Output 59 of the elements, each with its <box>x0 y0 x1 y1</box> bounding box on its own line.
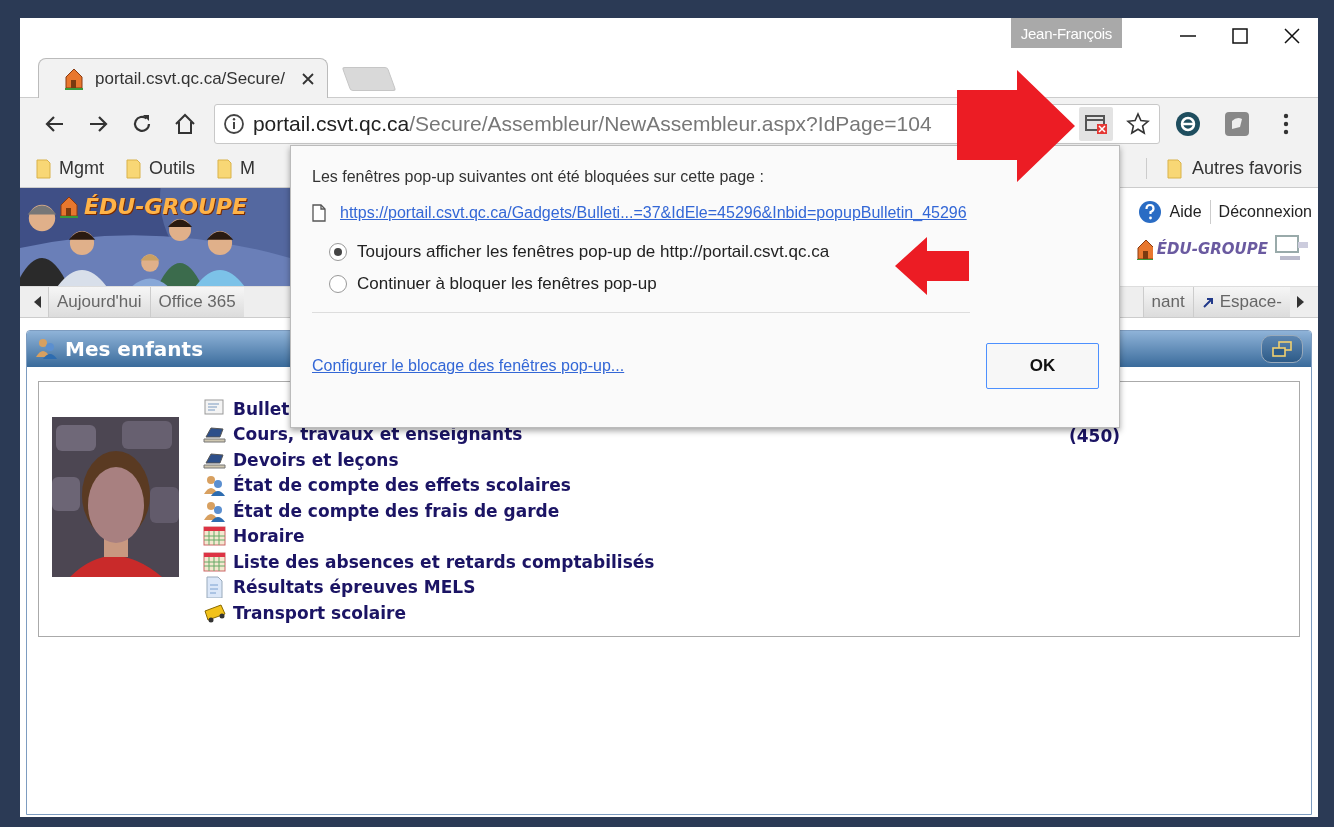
house-icon <box>58 194 80 219</box>
bookmark-link[interactable]: M <box>240 158 255 179</box>
help-icon[interactable] <box>1137 200 1162 224</box>
popup-blocked-icon[interactable] <box>1083 113 1108 135</box>
browser-tab[interactable]: portail.csvt.qc.ca/Secure/ <box>38 58 328 98</box>
calendar-icon <box>203 550 227 573</box>
menu-icon[interactable] <box>1283 113 1290 135</box>
ok-button[interactable]: OK <box>986 343 1099 389</box>
bookmark-link[interactable]: Outils <box>149 158 195 179</box>
tab-title: portail.csvt.qc.ca/Secure/ <box>95 68 286 89</box>
star-icon[interactable] <box>1125 112 1150 136</box>
bus-icon <box>203 601 227 624</box>
site-logo: ÉDU-GROUPE <box>84 194 247 219</box>
maximize-icon <box>1231 27 1249 45</box>
dialog-message: Les fenêtres pop-up suivantes ont été bloquées sur cette page : <box>312 168 765 187</box>
extension-icon[interactable] <box>1173 110 1202 138</box>
menu-link[interactable]: Cours, travaux et enseignants <box>233 424 523 445</box>
bookmark-link[interactable]: Autres favoris <box>1191 158 1302 179</box>
menu-link[interactable]: Bullet <box>233 398 290 419</box>
radio-label: Toujours afficher les fenêtres pop-up de http://portail.csvt.qc.ca <box>357 242 830 262</box>
radio-button[interactable] <box>329 243 347 261</box>
radio-button[interactable] <box>329 275 347 293</box>
nav-tab[interactable]: Espace- <box>1192 287 1290 317</box>
menu-link[interactable]: Devoirs et leçons <box>233 449 399 470</box>
right-arrow-icon[interactable] <box>1296 296 1304 308</box>
url-text: portail.csvt.qc.ca/Secure/Assembleur/NewAssembleur.aspx?IdPage=104 <box>252 112 933 136</box>
panel-title: Mes enfants <box>65 337 205 361</box>
popup-link[interactable]: https://portail.csvt.qc.ca/Gadgets/Bulleti...=37&IdEle=45296&Inbid=popupBulletin_45296 <box>340 204 967 222</box>
logout-link[interactable]: Déconnexion <box>1218 203 1312 221</box>
people-icon <box>203 499 227 522</box>
menu-link[interactable]: État de compte des frais de garde <box>233 500 560 521</box>
people-icon <box>35 337 59 361</box>
calendar-icon <box>203 525 227 548</box>
people-icon <box>203 474 227 497</box>
nav-tab[interactable]: Aujourd'hui <box>48 287 150 317</box>
help-link[interactable]: Aide <box>1169 203 1202 221</box>
left-arrow-icon[interactable] <box>34 296 42 308</box>
count-text: (450) <box>1069 426 1121 446</box>
settings-link[interactable]: Configurer le blocage des fenêtres pop-up... <box>312 357 625 375</box>
menu-link[interactable]: Transport scolaire <box>233 602 406 623</box>
site-logo: ÉDU-GROUPE <box>1156 240 1268 258</box>
link-arrow-icon <box>1201 296 1214 308</box>
radio-label: Continuer à bloquer les fenêtres pop-up <box>357 274 657 294</box>
restore-button[interactable] <box>1261 335 1303 363</box>
bookmark-link[interactable]: Mgmt <box>59 158 104 179</box>
close-icon[interactable] <box>301 71 315 86</box>
file-icon <box>312 204 326 222</box>
menu-link[interactable]: Liste des absences et retards comptabilisés <box>233 551 655 572</box>
house-icon <box>1134 238 1153 260</box>
favicon-icon <box>63 66 85 91</box>
nav-tab[interactable]: nant <box>1142 287 1193 317</box>
close-icon <box>1283 27 1301 45</box>
minimize-icon <box>1180 35 1196 37</box>
menu-link[interactable]: Résultats épreuves MELS <box>233 577 476 598</box>
info-icon[interactable] <box>222 113 245 135</box>
menu-link[interactable]: Horaire <box>233 526 305 547</box>
restore-icon <box>1272 341 1292 357</box>
nav-tab[interactable]: Office 365 <box>149 287 244 317</box>
menu-link[interactable]: État de compte des effets scolaires <box>233 475 571 496</box>
